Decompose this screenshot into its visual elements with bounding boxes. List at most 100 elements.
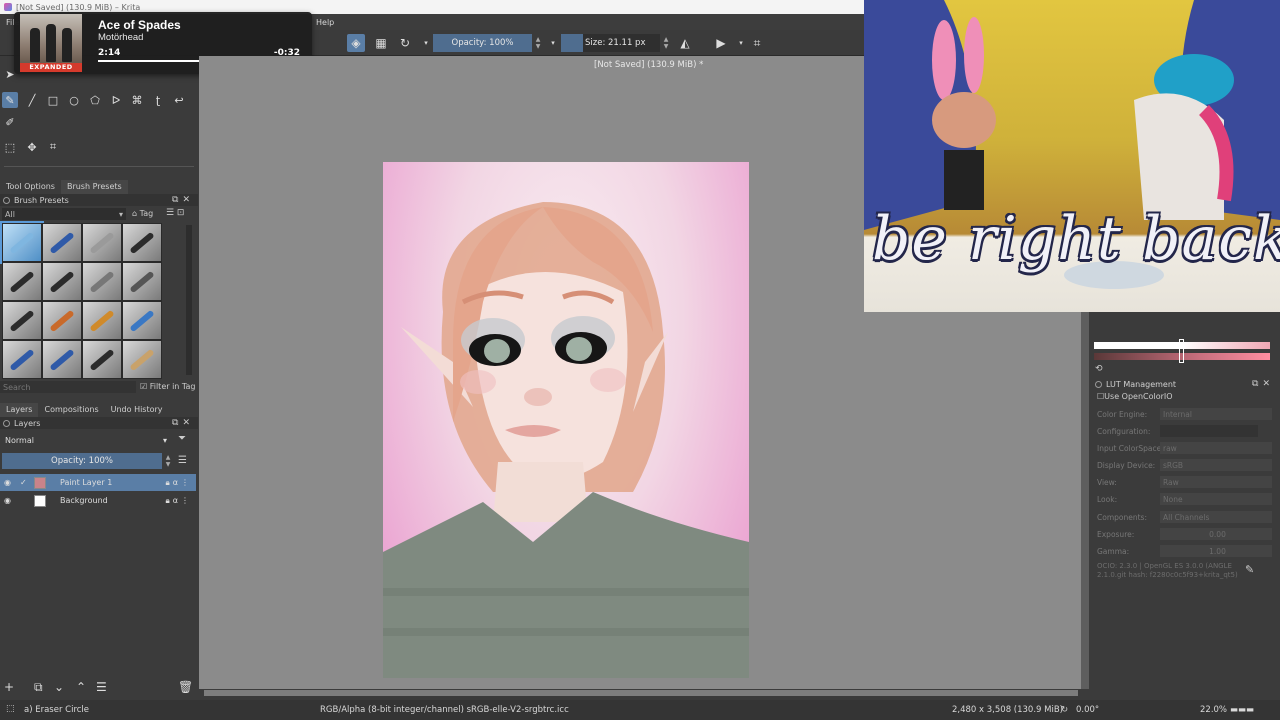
brush-presets-scrollbar[interactable] [186,225,192,375]
move-tool[interactable]: ✥ [24,139,40,155]
layer-lock-alpha-icons[interactable]: 🔒︎α⋮ [165,496,192,506]
layer-opacity-slider[interactable]: Opacity: 100% [2,453,162,469]
brush-search-input[interactable]: Search [0,381,136,393]
layer-row[interactable]: ◉ Background 🔒︎α⋮ [0,492,196,509]
brush-preset-tile[interactable] [82,340,122,379]
use-ocio-label: Use OpenColorIO [1104,392,1173,401]
brush-filter-select[interactable]: All ▾ [2,208,126,220]
tab-layers[interactable]: Layers [0,403,39,417]
zoom-slider[interactable]: ▬▬▬ [1230,705,1254,715]
ellipse-tool[interactable]: ○ [66,92,82,108]
brush-preset-tile[interactable] [82,223,122,262]
canvas-horizontal-scrollbar[interactable] [204,690,1078,696]
freehand-path-tool[interactable]: ʈ [150,92,166,108]
bezier-tool[interactable]: ⌘ [129,92,145,108]
line-tool[interactable]: ╱ [24,92,40,108]
docker-float-close-icons[interactable]: ⧉✕ [172,418,194,428]
brush-preset-tile[interactable] [2,262,42,301]
crop-tool[interactable]: ⌗ [45,139,61,155]
eraser-icon: ◈ [351,36,361,50]
move-layer-up-icon[interactable]: ⌃ [76,680,86,694]
layer-opacity-label: Opacity: 100% [51,456,113,466]
lut-value-field[interactable]: All Channels [1160,511,1272,523]
ocio-info-text: OCIO: 2.3.0 | OpenGL ES 3.0.0 (ANGLE 2.1… [1097,562,1238,579]
blend-mode-select[interactable]: Normal ▾ [2,434,170,446]
opacity-slider[interactable]: Opacity: 100% [433,34,532,52]
brush-preset-tile[interactable] [2,340,42,379]
layer-opacity-spinner[interactable]: ▲ ▼ [164,453,172,469]
lut-value-field[interactable]: raw [1160,442,1272,454]
brush-preset-tile[interactable] [122,262,162,301]
opacity-spinner[interactable]: ▲ ▼ [534,34,542,52]
layer-menu-icon[interactable]: ☰ [178,455,187,466]
move-layer-down-icon[interactable]: ⌄ [54,680,64,694]
use-ocio-checkbox[interactable]: ☐Use OpenColorIO [1097,392,1173,401]
brush-preset-tile[interactable] [122,301,162,340]
filter-in-tag-checkbox[interactable]: ☑ Filter in Tag [140,382,195,391]
polyline-tool[interactable]: ᐅ [108,92,124,108]
layer-lock-alpha-icons[interactable]: 🔒︎α⋮ [165,478,192,488]
preserve-alpha-button[interactable]: ▦ [372,34,390,52]
layer-check-icon[interactable]: ✓ [20,478,27,487]
tab-undo-history[interactable]: Undo History [105,403,169,417]
brush-tool-icon[interactable]: ⬚ [6,704,15,714]
transform-tool[interactable]: ⬚ [2,139,18,155]
brush-preset-tile[interactable] [0,221,44,264]
multibrush-tool[interactable]: ✐ [2,114,18,130]
color-slider-handle[interactable] [1179,339,1184,363]
layer-filter-icon[interactable]: ⏷ [178,433,186,444]
brush-preset-tile[interactable] [42,262,82,301]
brush-preset-tile[interactable] [2,301,42,340]
checkbox-icon: ☑ [140,382,148,391]
polygon-tool[interactable]: ⬠ [87,92,103,108]
wrap-around-button[interactable]: ⌗ [748,34,766,52]
brush-preset-tile[interactable] [82,301,122,340]
lut-value-field[interactable] [1160,425,1258,437]
eraser-mode-button[interactable]: ◈ [347,34,365,52]
docker-float-close-icons[interactable]: ⧉✕ [1252,379,1274,389]
brush-preset-tile[interactable] [42,340,82,379]
brush-preset-tile[interactable] [82,262,122,301]
reload-preset-button[interactable]: ↻ [396,34,414,52]
layer-row[interactable]: ◉ ✓ Paint Layer 1 🔒︎α⋮ [0,474,196,491]
mirror-horizontal-button[interactable]: ◭ [676,34,694,52]
opacity-dropdown-button[interactable]: ▾ [544,34,562,52]
painting-canvas[interactable] [383,162,749,678]
docker-float-close-icons[interactable]: ⧉✕ [172,195,194,205]
reset-color-icon[interactable]: ⟲ [1095,364,1103,374]
size-spinner[interactable]: ▲ ▼ [662,34,670,52]
dynamic-brush-tool[interactable]: ↩ [171,92,187,108]
tab-brush-presets[interactable]: Brush Presets [60,180,128,194]
lut-value-field[interactable]: 0.00 [1160,528,1272,540]
chevron-down-icon: ▾ [739,39,743,47]
duplicate-layer-icon[interactable]: ⧉ [34,680,43,695]
rotation-icon[interactable]: ↻ [1061,705,1068,715]
add-layer-icon[interactable]: + [4,680,14,694]
left-iris [484,339,510,363]
lut-value-field[interactable]: 1.00 [1160,545,1272,557]
rectangle-tool[interactable]: □ [45,92,61,108]
size-slider[interactable]: Size: 21.11 px [561,34,660,52]
album-figure [62,28,72,62]
tab-compositions[interactable]: Compositions [38,403,104,417]
visibility-eye-icon[interactable]: ◉ [4,496,11,505]
freehand-brush-tool[interactable]: ✎ [2,92,18,108]
visibility-eye-icon[interactable]: ◉ [4,478,11,487]
lut-value-field[interactable]: Raw [1160,476,1272,488]
brush-preset-tile[interactable] [42,223,82,262]
layer-properties-icon[interactable]: ☰ [96,680,107,694]
lut-value-field[interactable]: sRGB [1160,459,1272,471]
delete-layer-icon[interactable]: 🗑︎ [178,680,193,694]
brush-preset-tile[interactable] [42,301,82,340]
color-picker-icon[interactable]: ✎ [1245,563,1254,576]
menu-help[interactable]: Help [316,18,334,27]
brush-preset-tile[interactable] [122,340,162,379]
lut-value-field[interactable]: Internal [1160,408,1272,420]
mirror-vertical-button[interactable]: ▶ [712,34,730,52]
tab-tool-options[interactable]: Tool Options [0,180,61,194]
layers-title: Layers [14,418,41,428]
tag-button[interactable]: ⌂ Tag [132,209,153,218]
lut-value-field[interactable]: None [1160,493,1272,505]
preset-view-options-icon[interactable]: ☰ ⊡ [166,208,184,218]
brush-preset-tile[interactable] [122,223,162,262]
